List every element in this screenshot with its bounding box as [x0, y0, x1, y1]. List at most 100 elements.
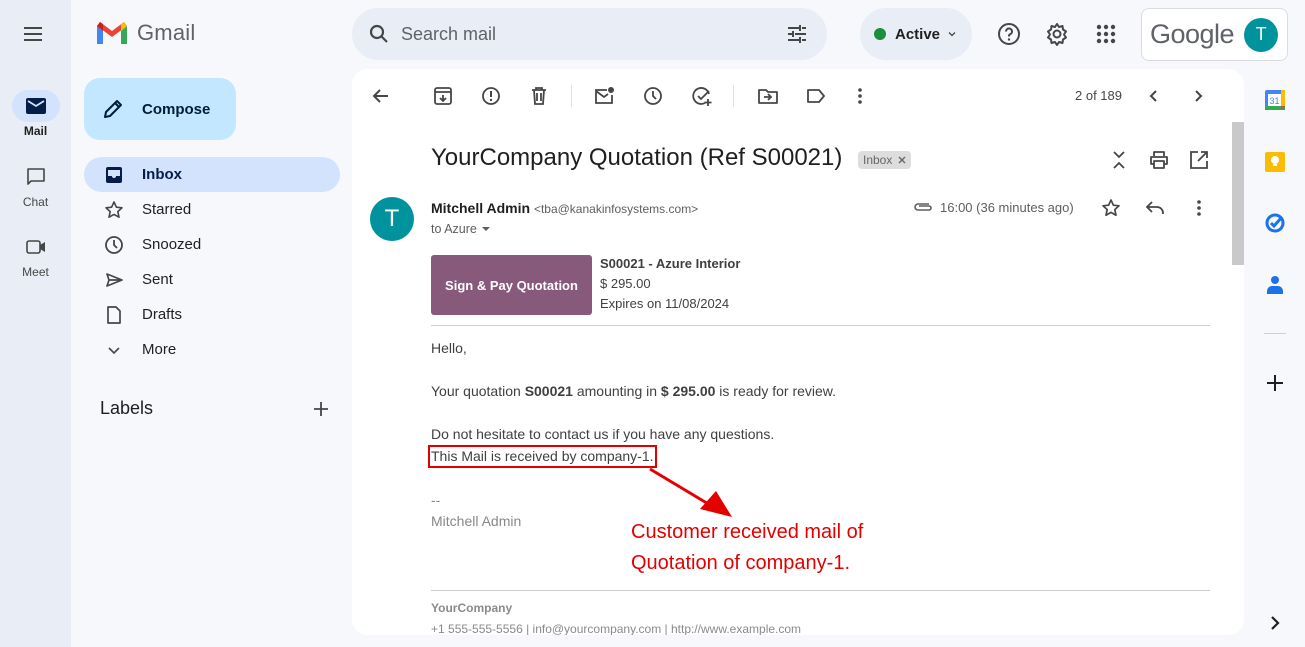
rail-item-meet[interactable]: Meet — [0, 231, 71, 279]
gmail-logo[interactable]: Gmail — [95, 20, 195, 46]
back-icon[interactable] — [370, 85, 392, 107]
rail-label: Meet — [22, 265, 49, 279]
gmail-m-icon — [97, 22, 127, 44]
app-rail: Mail Chat Meet — [0, 0, 71, 647]
delete-icon[interactable] — [528, 85, 550, 107]
chat-icon — [26, 168, 45, 185]
annotation-arrow — [649, 467, 732, 517]
get-addons-icon[interactable] — [1263, 371, 1287, 395]
annotation-line: Customer received mail of — [631, 521, 864, 543]
rail-item-chat[interactable]: Chat — [0, 161, 71, 209]
contact-sentence: Do not hesitate to contact us if you hav… — [431, 426, 775, 442]
nav-label: More — [142, 341, 177, 358]
footer-company: YourCompany — [431, 601, 513, 615]
calendar-icon[interactable]: 31 — [1263, 88, 1287, 112]
nav-item-more[interactable]: More — [84, 332, 340, 367]
print-icon[interactable] — [1148, 149, 1170, 171]
nav-item-inbox[interactable]: Inbox — [84, 157, 340, 192]
more-vert-icon[interactable] — [849, 85, 871, 107]
mark-unread-icon[interactable] — [593, 85, 615, 107]
pager-text: 2 of 189 — [1075, 88, 1122, 103]
rail-label: Mail — [23, 124, 48, 138]
compose-label: Compose — [142, 100, 211, 118]
snooze-icon[interactable] — [642, 85, 664, 107]
search-options-icon[interactable] — [785, 22, 809, 46]
message-view: 2 of 189 YourCompany Quotation (Ref S000… — [352, 69, 1244, 635]
account-button[interactable]: Google T — [1141, 8, 1288, 61]
report-spam-icon[interactable] — [480, 85, 502, 107]
text: is ready for review. — [715, 383, 837, 399]
close-icon[interactable] — [898, 156, 906, 164]
status-dot — [874, 28, 886, 40]
side-panel-divider — [1264, 333, 1286, 334]
email-body: Sign & Pay Quotation S00021 - Azure Inte… — [428, 254, 1211, 532]
add-to-tasks-icon[interactable] — [691, 85, 713, 107]
app-name: Gmail — [137, 20, 196, 45]
toolbar-divider — [571, 85, 572, 107]
settings-icon[interactable] — [1044, 21, 1070, 47]
contacts-icon[interactable] — [1263, 273, 1287, 297]
recipients-toggle[interactable]: to Azure — [431, 222, 491, 236]
nav-label: Sent — [142, 271, 173, 288]
email-subject: YourCompany Quotation (Ref S00021) — [431, 144, 843, 171]
labels-section: Labels — [100, 398, 330, 419]
rail-label: Chat — [22, 195, 49, 209]
quotation-amount-inline: $ 295.00 — [660, 383, 716, 399]
search-input[interactable] — [401, 23, 761, 45]
star-icon[interactable] — [1100, 197, 1122, 219]
help-icon[interactable] — [996, 21, 1022, 47]
nav-label: Snoozed — [142, 236, 202, 253]
chevron-down-icon — [948, 32, 956, 37]
greeting: Hello, — [431, 340, 467, 356]
search-icon[interactable] — [367, 22, 391, 46]
archive-icon[interactable] — [432, 85, 454, 107]
mail-icon — [25, 98, 46, 114]
older-icon[interactable] — [1187, 85, 1209, 107]
toolbar-divider — [733, 85, 734, 107]
divider — [431, 590, 1210, 591]
reply-icon[interactable] — [1144, 197, 1166, 219]
email-time: 16:00 (36 minutes ago) — [940, 200, 1074, 215]
collapse-all-icon[interactable] — [1108, 149, 1130, 171]
signature-separator: -- — [431, 492, 441, 508]
text: Your quotation — [431, 383, 525, 399]
pencil-icon — [104, 100, 122, 118]
send-icon — [106, 272, 123, 287]
folder-nav: Inbox Starred Snoozed Sent Drafts More — [84, 157, 340, 367]
hamburger-icon — [24, 27, 42, 41]
compose-button[interactable]: Compose — [84, 78, 236, 140]
expand-side-panel-icon[interactable] — [1263, 611, 1287, 635]
more-vert-icon[interactable] — [1188, 197, 1210, 219]
sender-name[interactable]: Mitchell Admin — [431, 200, 530, 216]
move-to-icon[interactable] — [757, 85, 779, 107]
annotation-text: Customer received mail of Quotation of c… — [631, 517, 863, 579]
sign-pay-quotation-button[interactable]: Sign & Pay Quotation — [431, 255, 592, 315]
nav-label: Starred — [142, 201, 192, 218]
keep-icon[interactable] — [1263, 150, 1287, 174]
labels-heading: Labels — [100, 398, 154, 418]
label-chip-inbox[interactable]: Inbox — [858, 151, 912, 169]
draft-icon — [107, 305, 121, 324]
sender-email: <tba@kanakinfosystems.com> — [533, 202, 699, 216]
status-button[interactable]: Active — [860, 8, 972, 60]
nav-item-starred[interactable]: Starred — [84, 192, 340, 227]
quotation-info: S00021 - Azure Interior $ 295.00 Expires… — [600, 254, 740, 315]
nav-item-drafts[interactable]: Drafts — [84, 297, 340, 332]
recipients-text: to Azure — [431, 222, 477, 236]
nav-label: Inbox — [142, 166, 182, 183]
open-new-window-icon[interactable] — [1188, 149, 1210, 171]
label-icon[interactable] — [805, 85, 827, 107]
rail-item-mail[interactable]: Mail — [0, 90, 71, 138]
apps-grid-icon[interactable] — [1093, 21, 1119, 47]
scrollbar-thumb[interactable] — [1232, 122, 1244, 265]
nav-item-snoozed[interactable]: Snoozed — [84, 227, 340, 262]
sender-line: Mitchell Admin <tba@kanakinfosystems.com… — [431, 200, 698, 216]
calendar-day: 31 — [1269, 96, 1279, 106]
divider — [431, 325, 1210, 326]
add-label-icon[interactable] — [312, 400, 330, 418]
nav-item-sent[interactable]: Sent — [84, 262, 340, 297]
newer-icon[interactable] — [1143, 85, 1165, 107]
tasks-icon[interactable] — [1263, 211, 1287, 235]
main-menu-button[interactable] — [21, 22, 45, 46]
google-logo: Google — [1150, 19, 1235, 49]
